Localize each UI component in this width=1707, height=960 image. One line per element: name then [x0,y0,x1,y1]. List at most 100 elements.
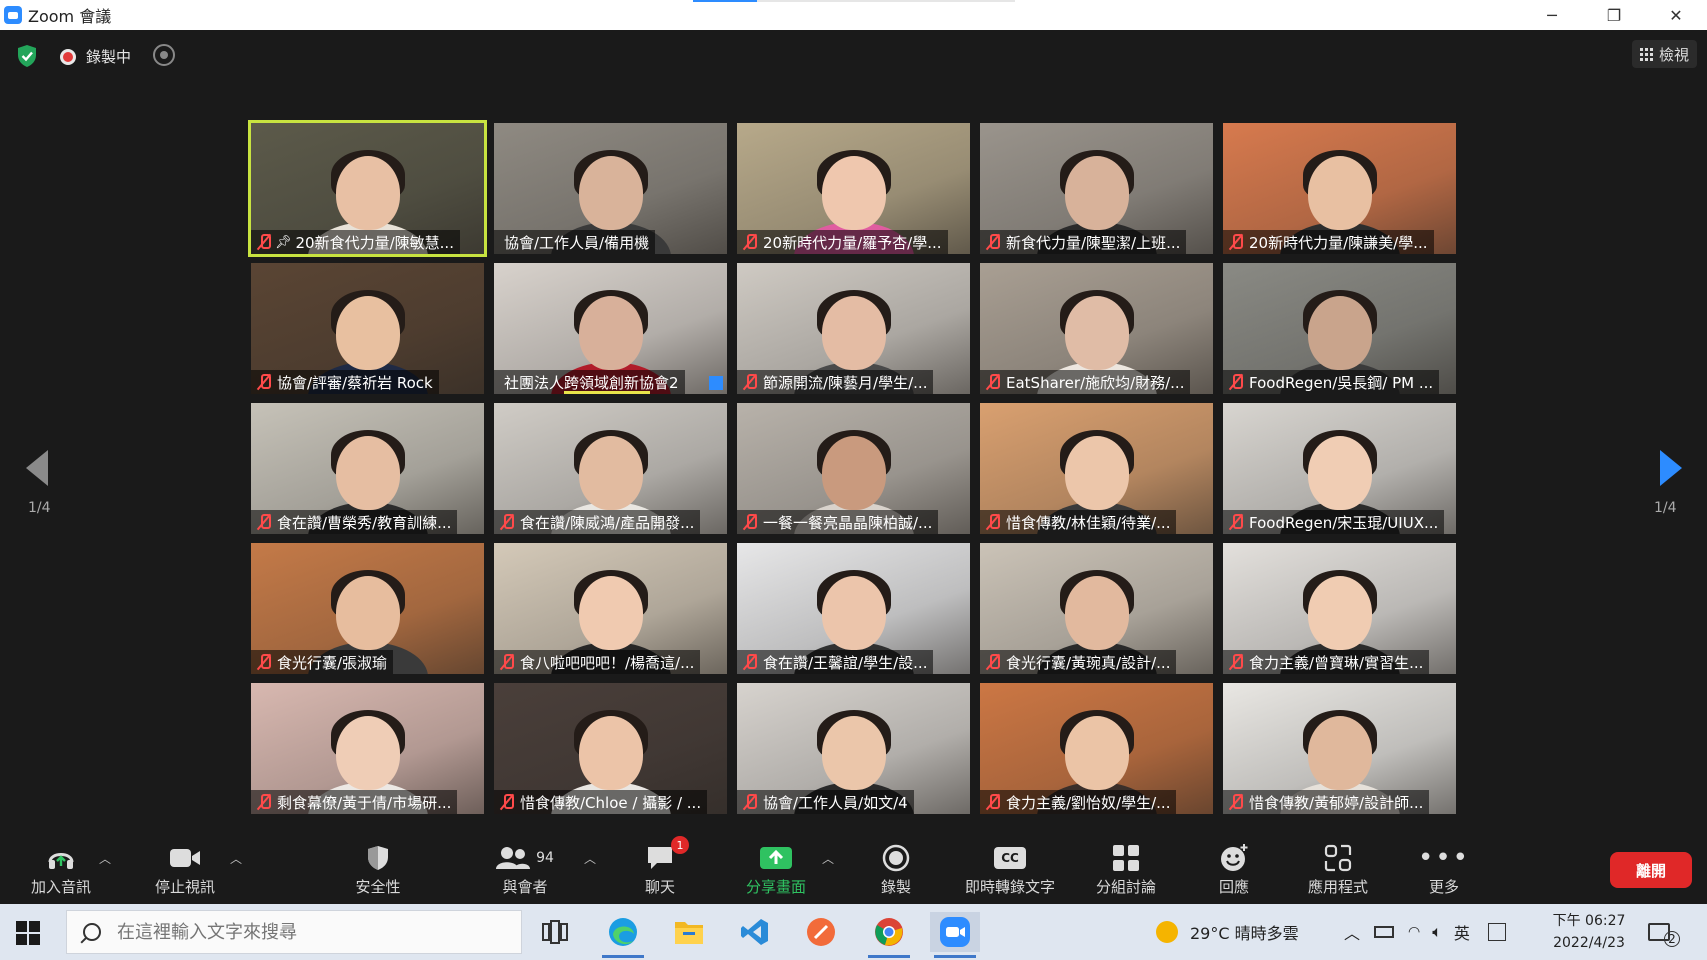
participant-tile[interactable]: 食在讚/陳威鴻/產品開發... [494,403,727,534]
battery-icon[interactable] [1374,926,1395,938]
postman-icon[interactable] [796,912,846,952]
vscode-icon[interactable] [730,912,780,952]
participant-name: 食八啦吧吧吧！/楊喬這/... [520,653,695,672]
connection-progress [693,0,1015,2]
participant-nameplate: 惜食傳教/Chloe / 攝影 / ... [494,790,708,814]
recording-dot-icon [60,48,76,65]
participant-tile[interactable]: 食光行囊/張淑瑜 [251,543,484,674]
record-button[interactable]: 錄製 [878,842,914,902]
participant-tile[interactable]: 節源開流/陳藝月/學生/... [737,263,970,394]
participant-tile[interactable]: EatSharer/施欣均/財務/... [980,263,1213,394]
participant-tile[interactable]: FoodRegen/吳長鋼/ PM ... [1223,263,1456,394]
gallery-view: 📌︎ 20新食代力量/陳敏慧... 協會/工作人員/備用機 20新時代力量/羅予杏/學… [248,120,1456,814]
muted-mic-icon [1227,373,1245,391]
task-view-icon[interactable] [530,912,580,952]
windows-start-icon[interactable] [16,921,40,945]
participant-name: 食光行囊/張淑瑜 [277,653,388,672]
notification-center-icon[interactable]: 2 [1648,904,1680,960]
restore-button[interactable]: ❐ [1583,0,1645,30]
participant-tile[interactable]: 20新時代力量/羅予杏/學... [737,123,970,254]
file-explorer-icon[interactable] [664,912,714,952]
ime-mode-icon[interactable] [1487,923,1506,941]
more-button[interactable]: ••• 更多 [1418,842,1468,902]
apps-label: 應用程式 [1307,878,1368,896]
participant-name: 剩食幕僚/黃于倩/市場研... [277,793,452,812]
zoom-taskbar-icon[interactable] [930,912,980,958]
share-screen-icon [759,842,793,874]
participant-name: 協會/評審/蔡祈岩 Rock [277,373,433,392]
join-audio-button[interactable]: 加入音訊 [27,842,95,902]
participant-tile[interactable]: 20新時代力量/陳謙美/學... [1223,123,1456,254]
participant-name: EatSharer/施欣均/財務/... [1006,373,1185,392]
security-button[interactable]: 安全性 [350,842,406,902]
recording-label: 錄製中 [86,48,132,66]
muted-mic-icon [984,373,1002,391]
taskbar-search-input[interactable] [117,921,497,943]
taskbar-clock[interactable]: 下午 06:27 2022/4/23 [1548,910,1630,954]
breakout-rooms-button[interactable]: 分組討論 [1092,842,1160,902]
participant-tile[interactable]: 食力主義/曾寶琳/實習生... [1223,543,1456,674]
weather-sun-icon [1156,921,1178,943]
participants-label: 與會者 [502,878,548,896]
edge-browser-icon[interactable] [598,912,648,958]
participants-caret-icon[interactable]: ︿ [584,850,596,867]
zoom-window: Zoom 會議 ─ ❐ ✕ 錄製中 檢視 1/4 1/4 📌︎ 20新食代力量/陳… [0,0,1707,960]
participant-tile[interactable]: 協會/評審/蔡祈岩 Rock [251,263,484,394]
muted-mic-icon [741,373,759,391]
apps-button[interactable]: 應用程式 [1304,842,1372,902]
pause-recording-icon[interactable] [153,44,175,66]
show-hidden-icons-chevron-icon[interactable]: ︿ [1344,920,1360,944]
participants-button[interactable]: 94 與會者 [490,842,560,902]
muted-mic-icon [741,793,759,811]
muted-mic-icon [498,793,516,811]
participant-tile[interactable]: 惜食傳教/黃郁婷/設計師... [1223,683,1456,814]
participant-tile[interactable]: 一餐一餐亮晶晶陳柏誠/... [737,403,970,534]
participant-tile[interactable]: 食八啦吧吧吧！/楊喬這/... [494,543,727,674]
share-options-caret-icon[interactable]: ︿ [822,850,834,867]
weather-widget[interactable]: 29°C 晴時多雲 [1156,904,1299,960]
audio-level-bar [564,391,650,394]
participant-tile[interactable]: 食在讚/曹榮秀/教育訓練... [251,403,484,534]
participant-tile[interactable]: 📌︎ 20新食代力量/陳敏慧... [248,120,487,257]
wifi-icon[interactable]: ◠ [1408,924,1420,940]
audio-options-caret-icon[interactable]: ︿ [99,850,111,867]
participant-tile[interactable]: 協會/工作人員/如文/4 [737,683,970,814]
participant-tile[interactable]: 食光行囊/黃琬真/設計/... [980,543,1213,674]
muted-mic-icon [498,653,516,671]
close-button[interactable]: ✕ [1645,0,1707,30]
leave-button[interactable]: 離開 [1610,852,1692,888]
recording-indicator[interactable]: 錄製中 [60,46,131,67]
participant-name: FoodRegen/宋玉琨/UIUX... [1249,513,1439,532]
participant-tile[interactable]: 社團法人跨領域創新協會2 [494,263,727,394]
stop-video-button[interactable]: 停止視訊 [151,842,219,902]
participant-tile[interactable]: 新食代力量/陳聖潔/上班... [980,123,1213,254]
encryption-shield-icon[interactable] [16,44,38,68]
participant-nameplate: 協會/工作人員/備用機 [494,230,656,254]
participant-nameplate: FoodRegen/宋玉琨/UIUX... [1223,510,1445,534]
live-transcript-label: 即時轉錄文字 [964,878,1055,896]
reactions-button[interactable]: 回應 [1216,842,1252,902]
participant-tile[interactable]: 剩食幕僚/黃于倩/市場研... [251,683,484,814]
participant-tile[interactable]: 食在讚/王馨誼/學生/設... [737,543,970,674]
share-screen-button[interactable]: 分享畫面 [742,842,810,902]
participant-tile[interactable]: 惜食傳教/Chloe / 攝影 / ... [494,683,727,814]
next-page-arrow-icon[interactable] [1658,448,1682,488]
closed-caption-icon: CC [994,842,1026,874]
minimize-button[interactable]: ─ [1521,0,1583,30]
ime-indicator[interactable]: 英 [1454,920,1470,944]
participant-name: 食力主義/劉怡奴/學生/... [1006,793,1171,812]
participant-tile[interactable]: 協會/工作人員/備用機 [494,123,727,254]
headphone-icon [46,842,76,874]
chat-button[interactable]: 1 聊天 [640,836,689,902]
muted-mic-icon [984,653,1002,671]
prev-page-arrow-icon[interactable] [26,448,50,488]
video-options-caret-icon[interactable]: ︿ [230,850,242,867]
live-transcript-button[interactable]: CC 即時轉錄文字 [960,842,1060,902]
participant-tile[interactable]: 食力主義/劉怡奴/學生/... [980,683,1213,814]
view-button[interactable]: 檢視 [1631,40,1697,68]
taskbar-search[interactable] [66,910,522,954]
chrome-icon[interactable] [864,912,914,958]
volume-icon[interactable]: 🔈︎ [1432,922,1442,942]
participant-tile[interactable]: 惜食傳教/林佳穎/待業/... [980,403,1213,534]
participant-tile[interactable]: FoodRegen/宋玉琨/UIUX... [1223,403,1456,534]
